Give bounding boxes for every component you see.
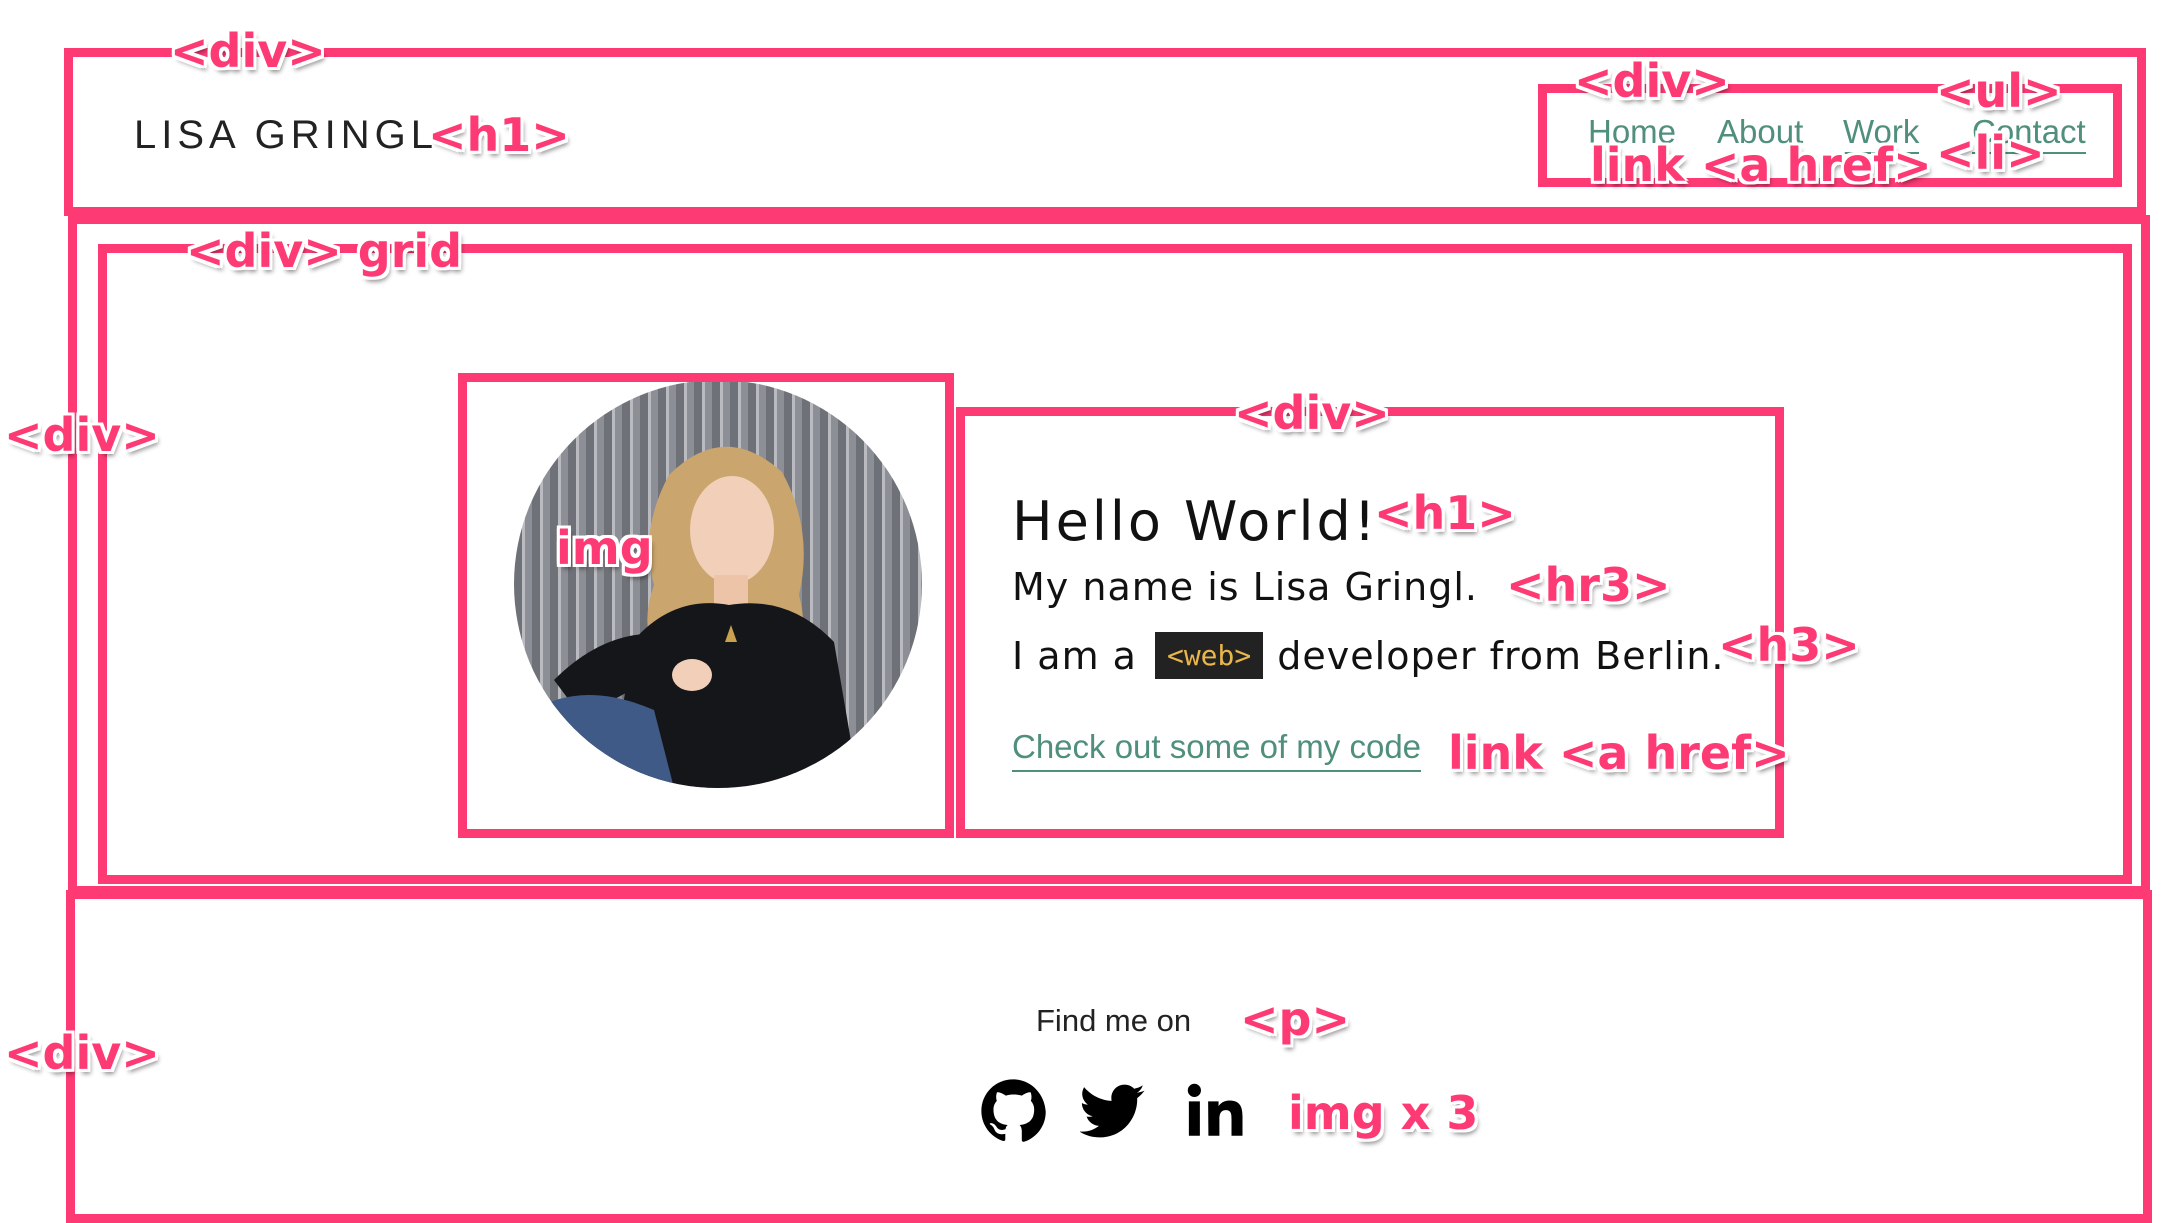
annotation-header-div: <div> xyxy=(170,24,326,78)
annotation-code-link: link <a href> xyxy=(1448,726,1790,780)
img-box xyxy=(458,373,954,838)
annotation-img: img xyxy=(556,521,653,575)
annotation-h3: <h3> xyxy=(1718,618,1860,672)
annotation-h1-logo: <h1> xyxy=(428,108,570,162)
annotation-ul: <ul> xyxy=(1936,64,2062,118)
annotation-p: <p> xyxy=(1240,992,1351,1046)
annotation-hr3: <hr3> xyxy=(1506,558,1671,612)
footer-div-box xyxy=(66,890,2152,1223)
annotation-grid-div: <div> grid xyxy=(186,224,463,278)
annotation-text-div: <div> xyxy=(1234,386,1390,440)
annotation-nav-div: <div> xyxy=(1574,54,1730,108)
annotation-main-div: <div> xyxy=(4,408,160,462)
annotation-h1-title: <h1> xyxy=(1374,486,1516,540)
annotation-li: <li> xyxy=(1936,126,2045,180)
annotation-nav-link: link <a href> xyxy=(1590,138,1932,192)
annotation-footer-div: <div> xyxy=(4,1026,160,1080)
annotation-img-x3: img x 3 xyxy=(1288,1086,1479,1140)
